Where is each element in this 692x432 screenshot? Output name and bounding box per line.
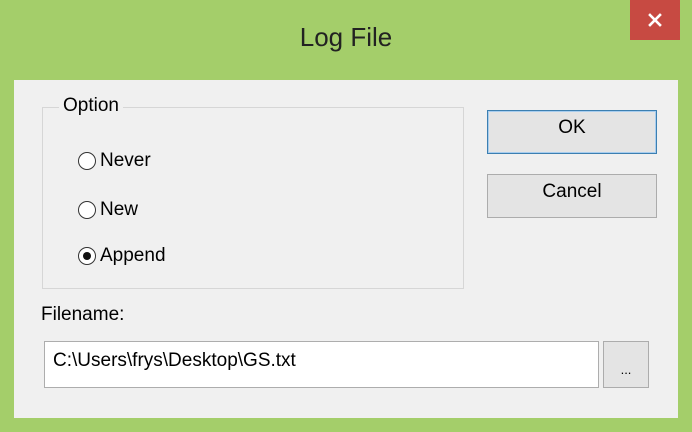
window-title: Log File	[299, 22, 393, 52]
filename-input[interactable]: C:\Users\frys\Desktop\GS.txt	[44, 341, 599, 388]
ok-button[interactable]: OK	[487, 110, 657, 154]
title-bar[interactable]: Log File	[0, 0, 692, 80]
radio-new[interactable]: New	[78, 199, 138, 221]
filename-label: Filename:	[41, 304, 125, 325]
cancel-button[interactable]: Cancel	[487, 174, 657, 218]
radio-unchecked-icon[interactable]	[78, 201, 96, 219]
radio-never[interactable]: Never	[78, 150, 151, 172]
close-icon	[648, 13, 662, 27]
radio-append-label[interactable]: Append	[100, 245, 166, 267]
radio-append[interactable]: Append	[78, 245, 166, 267]
log-file-dialog: Log File Option Never New Append OK Canc…	[0, 0, 692, 432]
radio-never-label[interactable]: Never	[100, 150, 151, 172]
dialog-client-area: Option Never New Append OK Cancel Filena…	[14, 80, 678, 418]
radio-new-label[interactable]: New	[100, 199, 138, 221]
option-group-legend: Option	[59, 95, 123, 117]
browse-button[interactable]: ...	[603, 341, 649, 388]
close-button[interactable]	[630, 0, 680, 40]
radio-unchecked-icon[interactable]	[78, 152, 96, 170]
radio-checked-icon[interactable]	[78, 247, 96, 265]
option-groupbox: Option Never New Append	[42, 95, 464, 289]
